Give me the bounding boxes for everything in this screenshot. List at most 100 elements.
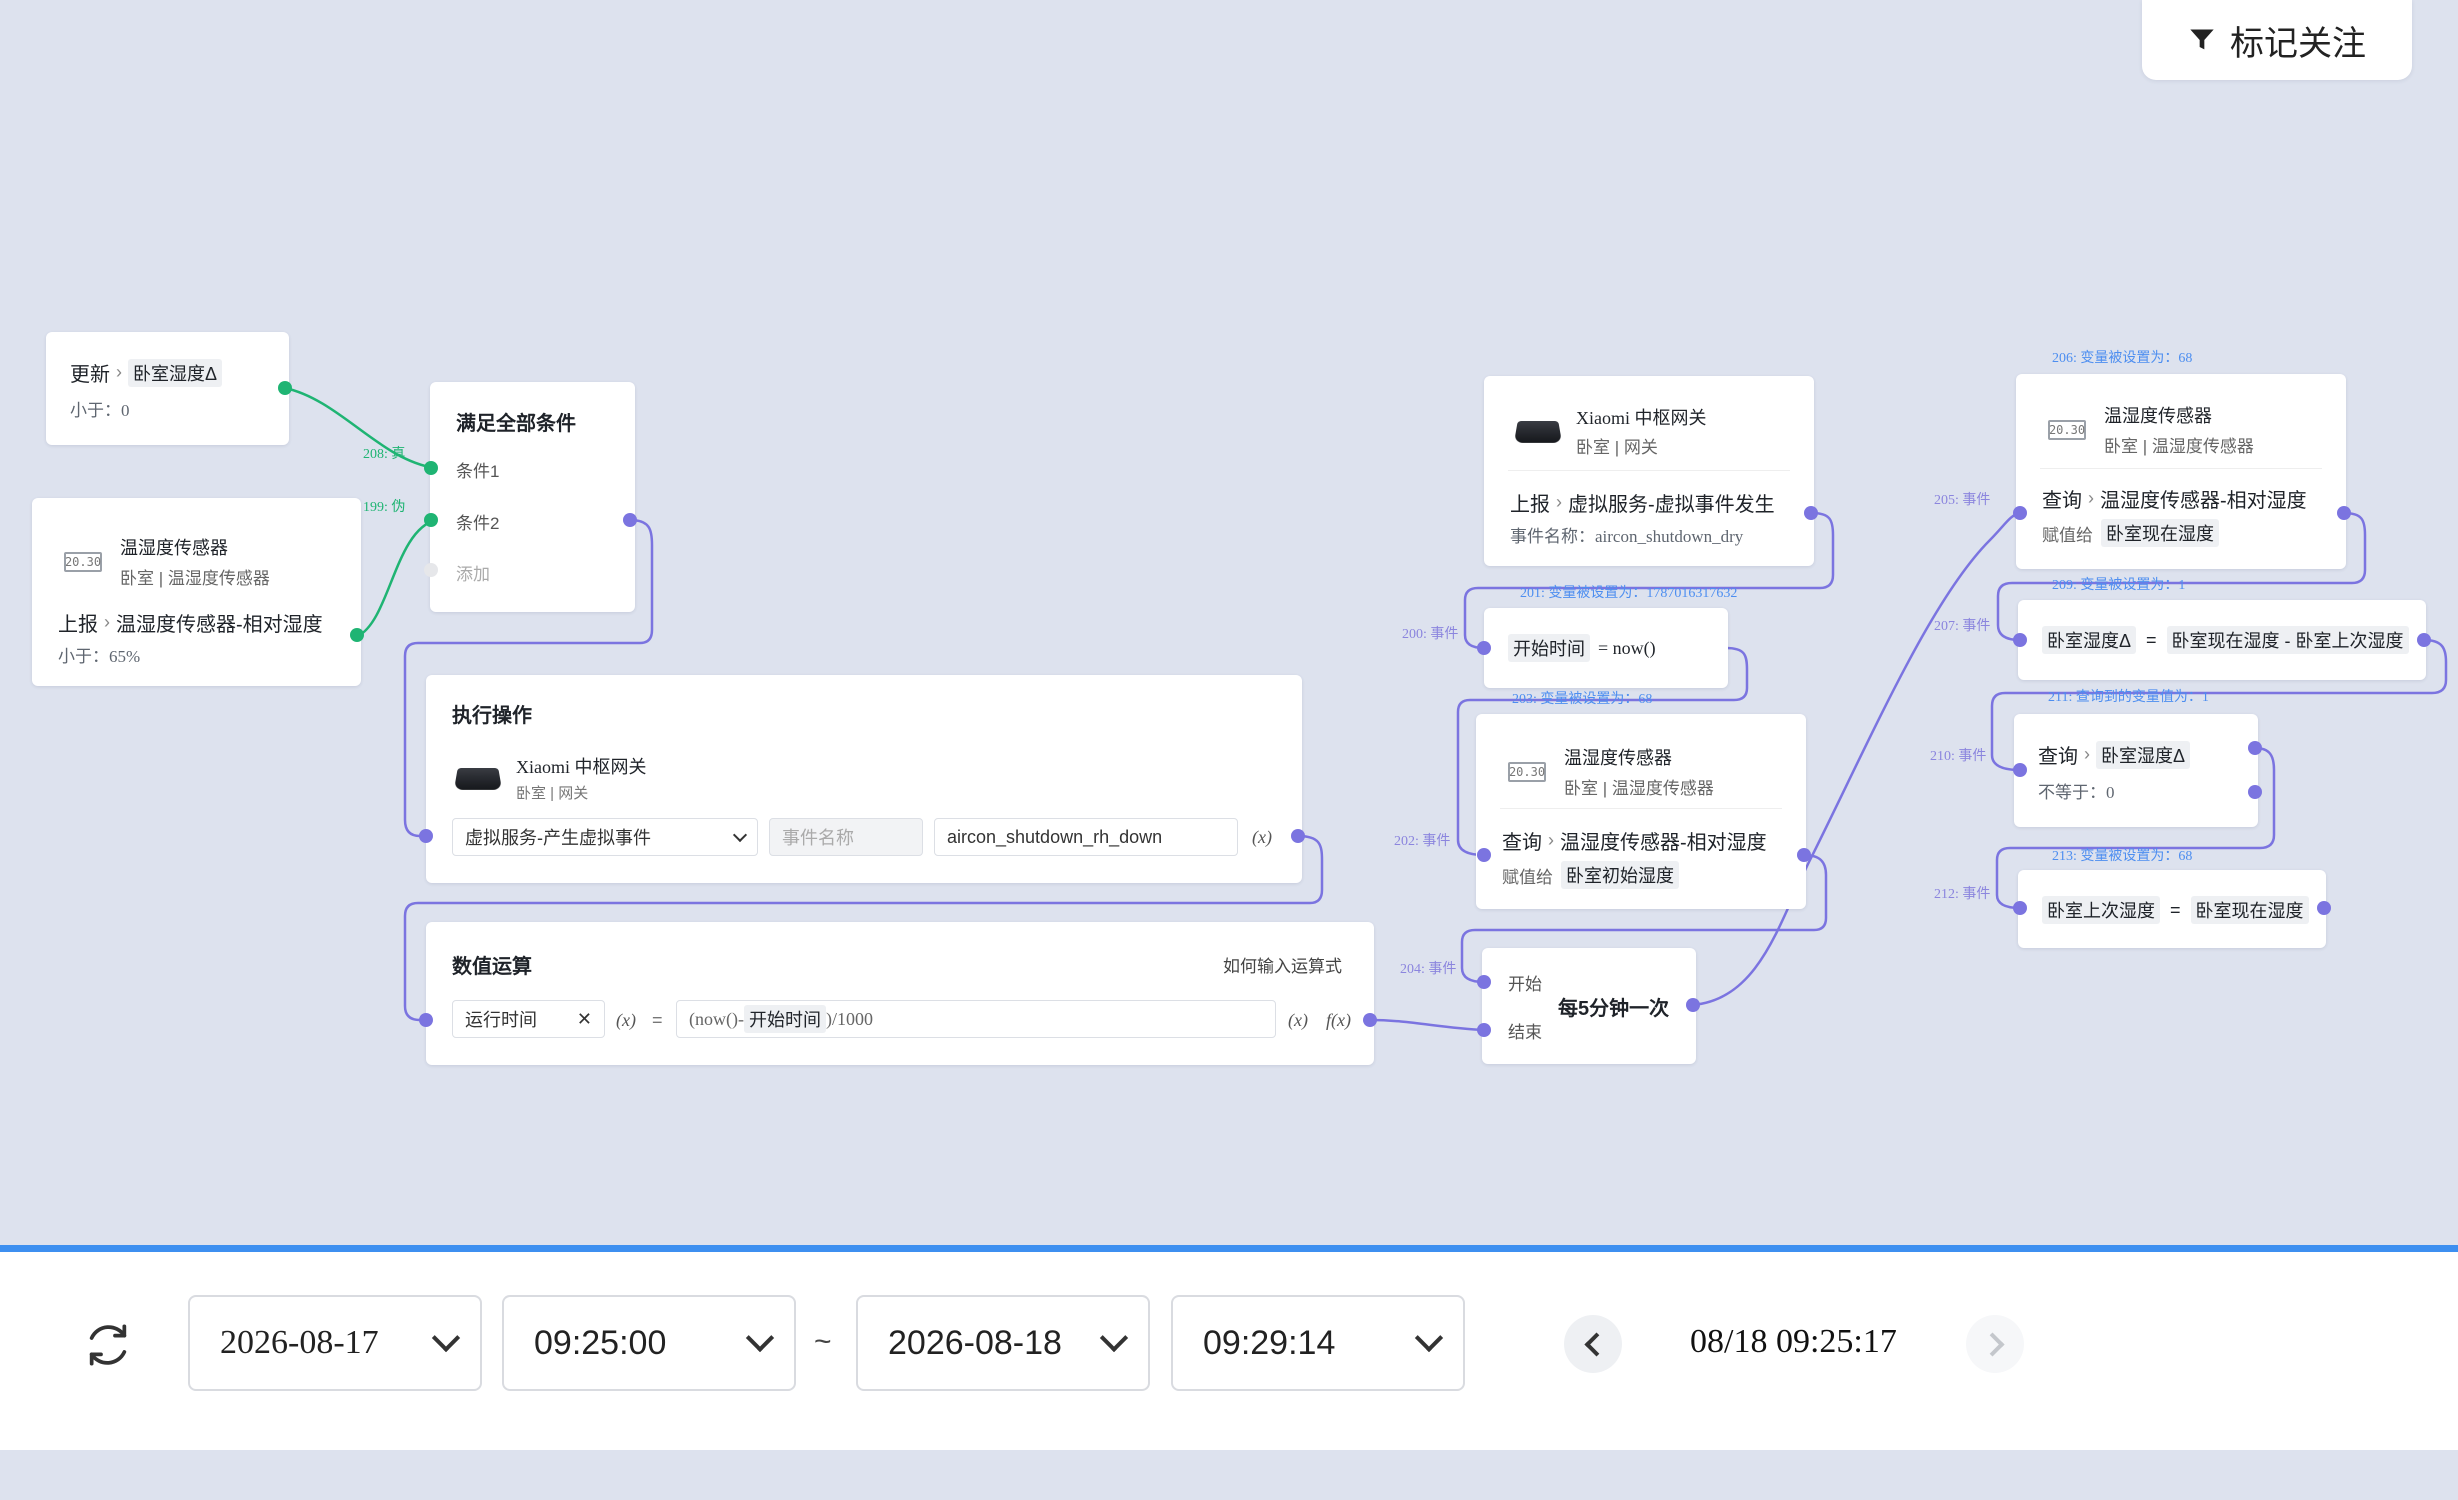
- edge-label-200: 200: 事件: [1402, 627, 1459, 642]
- exec-event-value-field[interactable]: aircon_shutdown_rh_down: [934, 818, 1238, 856]
- refresh-icon: [89, 1324, 127, 1366]
- port-timer-start-in[interactable]: [1477, 975, 1491, 989]
- chevron-right-icon: ›: [1548, 830, 1554, 850]
- start-time-select[interactable]: 09:25:00: [502, 1295, 796, 1391]
- port-sensor2-in[interactable]: [1477, 848, 1491, 862]
- calc-function-button[interactable]: f(x): [1326, 1010, 1351, 1031]
- edge-label-211: 211: 查询到的变量值为：1: [2048, 690, 2209, 705]
- port-last-out[interactable]: [2317, 901, 2331, 915]
- exec-event-name-field[interactable]: 事件名称: [769, 818, 923, 856]
- port-gateway-out[interactable]: [1804, 506, 1818, 520]
- edge-label-201: 201: 变量被设置为：1787016317632: [1520, 586, 1738, 601]
- sensor2-target-tag: 卧室初始湿度: [1561, 861, 1679, 889]
- refresh-button[interactable]: [80, 1317, 136, 1373]
- prev-step-button[interactable]: [1564, 1315, 1622, 1373]
- calc-var-chip[interactable]: 运行时间 ✕: [452, 1000, 605, 1038]
- port-cond1-in[interactable]: [424, 461, 438, 475]
- last-lhs-tag: 卧室上次湿度: [2042, 896, 2160, 924]
- exec-service-select[interactable]: 虚拟服务-产生虚拟事件: [452, 818, 758, 856]
- last-rhs-tag: 卧室现在湿度: [2190, 896, 2309, 924]
- port-query-out-1[interactable]: [2248, 741, 2262, 755]
- port-calc-out[interactable]: [1363, 1013, 1377, 1027]
- port-start-in[interactable]: [1477, 641, 1491, 655]
- next-step-button[interactable]: [1966, 1315, 2024, 1373]
- update-condition: 小于：0: [70, 401, 130, 420]
- node-numeric-calc[interactable]: 数值运算 如何输入运算式 运行时间 ✕ (x) = (now()- 开始时间 )…: [426, 922, 1374, 1065]
- port-timer-out[interactable]: [1686, 998, 1700, 1012]
- port-delta-in[interactable]: [2013, 633, 2027, 647]
- last-eq: =: [2170, 899, 2181, 920]
- calc-help-link[interactable]: 如何输入运算式: [1223, 952, 1342, 977]
- exec-title: 执行操作: [452, 705, 532, 727]
- port-cond2-in[interactable]: [424, 513, 438, 527]
- port-delta-out[interactable]: [2417, 633, 2431, 647]
- condition-1: 条件1: [456, 462, 500, 481]
- port-cond-out[interactable]: [623, 513, 637, 527]
- port-exec-out[interactable]: [1291, 829, 1305, 843]
- query-delta-var: 卧室湿度Δ: [2096, 740, 2191, 769]
- wire-calc-timer: [1369, 1018, 1485, 1032]
- port-sensor2-out[interactable]: [1797, 848, 1811, 862]
- node-sensor-query-initial[interactable]: 20.30 温湿度传感器 卧室 | 温湿度传感器 查询 › 温湿度传感器-相对湿…: [1476, 714, 1806, 909]
- sensor2-name: 温湿度传感器: [1564, 748, 1672, 768]
- chevron-down-icon: [1099, 1323, 1129, 1353]
- add-condition-button[interactable]: 添加: [456, 560, 490, 585]
- port-exec-in[interactable]: [419, 829, 433, 843]
- calc-x2[interactable]: (x): [1288, 1010, 1308, 1031]
- gateway-device-icon: [453, 767, 503, 790]
- filter-mark-button[interactable]: 标记关注: [2142, 0, 2412, 80]
- sensor1-name: 温湿度传感器: [120, 538, 228, 558]
- end-date-select[interactable]: 2026-08-18: [856, 1295, 1150, 1391]
- gateway-location: 卧室 | 网关: [1576, 438, 1658, 457]
- edge-label-206: 206: 变量被设置为：68: [2052, 351, 2193, 366]
- calc-title: 数值运算: [452, 956, 532, 978]
- port-sensor1-out[interactable]: [350, 628, 364, 642]
- end-time-select[interactable]: 09:29:14: [1171, 1295, 1465, 1391]
- port-timer-end-in[interactable]: [1477, 1023, 1491, 1037]
- node-update-trigger[interactable]: 更新 › 卧室湿度Δ 小于：0: [46, 332, 289, 445]
- port-add-in[interactable]: [424, 563, 438, 577]
- node-all-conditions[interactable]: 满足全部条件 条件1 条件2 添加: [430, 382, 635, 612]
- chevron-right-icon: ›: [104, 612, 110, 632]
- port-query-out-2[interactable]: [2248, 785, 2262, 799]
- node-delta-assign[interactable]: 卧室湿度Δ = 卧室现在湿度 - 卧室上次湿度: [2018, 600, 2426, 680]
- calc-expr-pre: (now()-: [689, 1008, 744, 1029]
- calc-expression-field[interactable]: (now()- 开始时间 )/1000: [676, 1000, 1276, 1038]
- replay-progress-bar[interactable]: [0, 1245, 2458, 1252]
- start-date-select[interactable]: 2026-08-17: [188, 1295, 482, 1391]
- port-update-out[interactable]: [278, 381, 292, 395]
- sensor1-prop: 温湿度传感器-相对湿度: [116, 614, 323, 636]
- port-sensor3-in[interactable]: [2013, 506, 2027, 520]
- close-icon[interactable]: ✕: [577, 1009, 592, 1030]
- chevron-left-icon: [1583, 1331, 1609, 1357]
- end-time-value: 09:29:14: [1203, 1323, 1336, 1362]
- sensor3-action: 查询: [2042, 490, 2082, 512]
- all-cond-title: 满足全部条件: [456, 413, 576, 435]
- node-gateway-report[interactable]: Xiaomi 中枢网关 卧室 | 网关 上报 › 虚拟服务-虚拟事件发生 事件名…: [1484, 376, 1814, 566]
- delta-eq: =: [2146, 629, 2157, 650]
- start-date-value: 2026-08-17: [220, 1324, 379, 1361]
- node-sensor-report[interactable]: 20.30 温湿度传感器 卧室 | 温湿度传感器 上报 › 温湿度传感器-相对湿…: [32, 498, 361, 686]
- node-last-assign[interactable]: 卧室上次湿度 = 卧室现在湿度: [2018, 870, 2326, 948]
- node-start-time[interactable]: 开始时间 = now(): [1484, 608, 1728, 688]
- calc-x1[interactable]: (x): [616, 1010, 636, 1031]
- port-query-in[interactable]: [2013, 763, 2027, 777]
- exec-variable-button[interactable]: (x): [1252, 827, 1272, 848]
- port-last-in[interactable]: [2013, 901, 2027, 915]
- timer-interval-label: 每5分钟一次: [1558, 998, 1670, 1020]
- sensor-device-icon: 20.30: [64, 551, 102, 572]
- node-execute-action[interactable]: 执行操作 Xiaomi 中枢网关 卧室 | 网关 虚拟服务-产生虚拟事件 事件名…: [426, 675, 1302, 883]
- start-time-tag: 开始时间: [1508, 634, 1590, 662]
- filter-icon: [2190, 29, 2214, 50]
- sensor1-action: 上报: [58, 614, 98, 636]
- node-sensor-query-current[interactable]: 20.30 温湿度传感器 卧室 | 温湿度传感器 查询 › 温湿度传感器-相对湿…: [2016, 374, 2346, 569]
- flow-canvas[interactable]: 标记关注 更新 › 卧室湿度Δ 小于：0 20.30 温湿度传感器 卧室 | 温…: [0, 0, 2458, 1245]
- sensor3-name: 温湿度传感器: [2104, 406, 2212, 426]
- update-var-tag: 卧室湿度Δ: [128, 358, 223, 387]
- port-calc-in[interactable]: [419, 1013, 433, 1027]
- node-timer[interactable]: 开始 结束 每5分钟一次: [1482, 948, 1696, 1064]
- node-query-delta[interactable]: 查询 › 卧室湿度Δ 不等于：0: [2014, 714, 2258, 827]
- range-separator: ~: [814, 1325, 832, 1358]
- timer-start-label: 开始: [1508, 975, 1542, 994]
- port-sensor3-out[interactable]: [2337, 506, 2351, 520]
